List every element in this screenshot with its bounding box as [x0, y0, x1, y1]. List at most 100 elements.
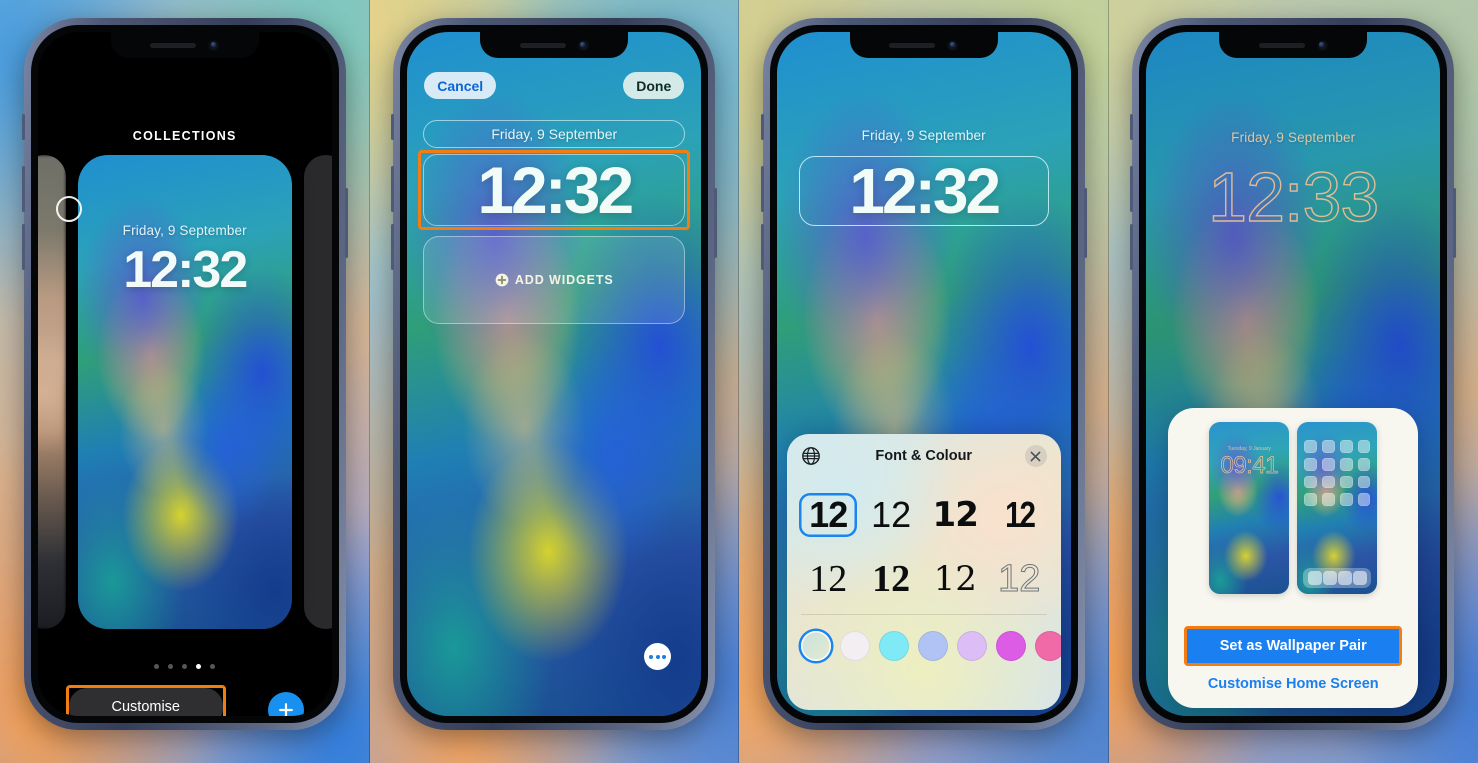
iphone-frame: Friday, 9 September 12:32 Font & Colour …	[760, 18, 1087, 730]
phone-screen: COLLECTIONS Friday, 9 September 12:32 Cu…	[37, 32, 332, 716]
volume-up-button[interactable]	[391, 166, 395, 212]
app-icon	[1322, 457, 1335, 471]
more-options-button[interactable]	[644, 643, 672, 670]
font-option-serif-bold[interactable]: 12	[860, 548, 923, 610]
font-option-serif-regular[interactable]: 12	[797, 548, 860, 610]
phone-screen: Friday, 9 September 12:32 Font & Colour …	[776, 32, 1071, 716]
volume-up-button[interactable]	[760, 166, 764, 212]
speaker-grille-icon	[1258, 42, 1305, 48]
add-wallpaper-button[interactable]	[267, 692, 304, 716]
done-button[interactable]: Done	[623, 72, 685, 99]
wallpaper-card-next[interactable]	[303, 155, 332, 629]
cancel-button[interactable]: Cancel	[424, 72, 497, 99]
app-icon	[1339, 475, 1353, 489]
lock-time: 12:32	[849, 155, 1001, 227]
panel-set-wallpaper-pair: Friday, 9 September 12:33 Tuesday, 9 Jan…	[1108, 0, 1478, 763]
lock-time-field[interactable]: 12:32	[423, 153, 686, 227]
app-icon	[1339, 493, 1353, 506]
volume-down-button[interactable]	[760, 224, 764, 270]
globe-icon[interactable]	[801, 446, 821, 471]
panel-edit-lock-screen: Cancel Done Friday, 9 September 12:32 AD…	[369, 0, 739, 763]
page-dot[interactable]	[168, 664, 174, 669]
volume-up-button[interactable]	[21, 166, 25, 212]
font-option-slab-serif[interactable]: 12	[923, 548, 988, 610]
colour-swatch-magenta[interactable]	[995, 631, 1026, 661]
volume-up-button[interactable]	[1130, 166, 1134, 212]
app-icon	[1357, 440, 1371, 453]
speaker-grille-icon	[150, 42, 197, 48]
colour-swatch-cyan[interactable]	[878, 631, 909, 661]
font-options-grid: 12 12 12 12 12 12 12 12	[787, 478, 1061, 612]
sheet-header: Font & Colour	[787, 434, 1061, 478]
home-screen-preview[interactable]	[1297, 422, 1378, 594]
colour-swatch-row[interactable]	[787, 615, 1061, 661]
volume-down-button[interactable]	[21, 224, 25, 270]
app-icon	[1357, 457, 1371, 471]
mute-switch[interactable]	[21, 114, 25, 140]
customise-button-highlight: Customise	[65, 685, 226, 716]
customise-home-screen-link[interactable]: Customise Home Screen	[1168, 676, 1418, 692]
colour-swatch-white[interactable]	[839, 631, 870, 661]
customise-button[interactable]: Customise	[68, 688, 223, 716]
colour-swatch-lavender[interactable]	[956, 631, 987, 661]
volume-down-button[interactable]	[1130, 224, 1134, 270]
page-dot-active[interactable]	[196, 664, 202, 669]
colour-swatch-pink[interactable]	[1034, 631, 1061, 661]
plus-circle-icon	[495, 273, 509, 287]
lock-date: Friday, 9 September	[861, 128, 986, 143]
phone-bezel: Cancel Done Friday, 9 September 12:32 AD…	[400, 25, 709, 723]
mute-switch[interactable]	[760, 114, 764, 140]
font-option-outline[interactable]: 12	[988, 548, 1051, 610]
font-option-condensed-bold[interactable]: 12	[988, 482, 1051, 548]
dock-icon	[1352, 571, 1367, 585]
dock-icon	[1322, 571, 1337, 585]
wallpaper-pair-dialog: Tuesday, 9 January 09:41 Set as Wallpape…	[1168, 408, 1419, 708]
lock-date: Friday, 9 September	[122, 223, 247, 238]
close-x-icon	[1030, 451, 1041, 461]
lock-screen-preview[interactable]: Tuesday, 9 January 09:41	[1209, 422, 1290, 594]
wallpaper-card-selected[interactable]: Friday, 9 September 12:32	[77, 155, 292, 629]
page-dot[interactable]	[182, 664, 188, 669]
page-title: COLLECTIONS	[132, 129, 237, 143]
mute-switch[interactable]	[391, 114, 395, 140]
font-option-rounded-bold[interactable]: 12	[923, 482, 988, 548]
mute-switch[interactable]	[1130, 114, 1134, 140]
notch	[110, 32, 259, 58]
font-option-sans-light[interactable]: 12	[860, 482, 923, 548]
page-dot[interactable]	[210, 664, 216, 669]
page-dots[interactable]	[38, 664, 332, 669]
app-icon-grid	[1304, 440, 1371, 506]
phone-screen: Friday, 9 September 12:33 Tuesday, 9 Jan…	[1146, 32, 1441, 716]
ellipsis-dot	[655, 654, 660, 659]
screenshot-strip: COLLECTIONS Friday, 9 September 12:32 Cu…	[0, 0, 1478, 763]
volume-down-button[interactable]	[391, 224, 395, 270]
app-icon	[1304, 493, 1317, 506]
ellipsis-dot	[662, 654, 667, 659]
colour-swatch-default[interactable]	[800, 631, 831, 661]
lock-date-field[interactable]: Friday, 9 September	[423, 120, 686, 148]
set-wallpaper-pair-button[interactable]: Set as Wallpaper Pair	[1187, 629, 1400, 663]
app-icon	[1322, 475, 1335, 489]
app-icon	[1357, 493, 1371, 506]
close-button[interactable]	[1024, 445, 1047, 467]
wallpaper-card-previous[interactable]	[37, 155, 66, 629]
power-button[interactable]	[1083, 188, 1087, 258]
front-camera-icon	[947, 39, 959, 51]
colour-swatch-periwinkle[interactable]	[917, 631, 948, 661]
dock	[1303, 568, 1372, 588]
lock-time: 12:32	[123, 241, 248, 299]
app-icon	[1357, 475, 1371, 489]
iphone-frame: Cancel Done Friday, 9 September 12:32 AD…	[391, 18, 718, 730]
dock-icon	[1337, 571, 1352, 585]
page-dot[interactable]	[154, 664, 160, 669]
set-wallpaper-pair-highlight: Set as Wallpaper Pair	[1184, 626, 1403, 666]
lock-time-field[interactable]: 12:32	[798, 155, 1049, 227]
power-button[interactable]	[714, 188, 718, 258]
power-button[interactable]	[344, 188, 348, 258]
power-button[interactable]	[1453, 188, 1457, 258]
notch	[480, 32, 629, 58]
add-widgets-button[interactable]: ADD WIDGETS	[423, 236, 686, 324]
app-icon	[1304, 475, 1317, 489]
font-option-sans-bold[interactable]: 12	[797, 482, 860, 548]
add-wallpaper-ring-icon[interactable]	[55, 196, 82, 222]
